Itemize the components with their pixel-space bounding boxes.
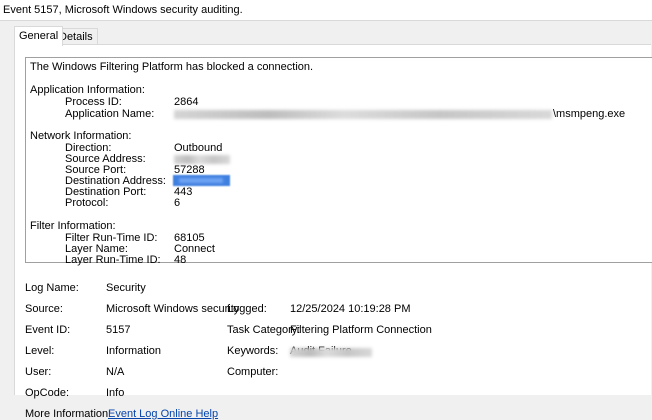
- log-name-label: Log Name:: [25, 282, 79, 294]
- opcode-label: OpCode:: [25, 387, 70, 399]
- logged-label: Logged:: [227, 303, 267, 315]
- filter-info-heading: Filter Information:: [30, 220, 116, 232]
- more-information-label: More Information:: [25, 408, 112, 420]
- process-id-label: Process ID:: [65, 96, 122, 108]
- event-log-online-help-link[interactable]: Event Log Online Help: [108, 408, 218, 420]
- application-name-suffix: \msmpeng.exe: [553, 108, 626, 120]
- window-title-bar: Event 5157, Microsoft Windows security a…: [0, 0, 652, 21]
- destination-address-selected-redacted[interactable]: [173, 175, 230, 186]
- logged-value: 12/25/2024 10:19:28 PM: [290, 303, 411, 315]
- protocol-value: 6: [174, 197, 181, 209]
- event-id-label: Event ID:: [25, 324, 71, 336]
- source-value: Microsoft Windows security: [106, 303, 240, 315]
- event-properties-window: { "window": { "title": "Event 5157, Micr…: [0, 0, 652, 420]
- user-label: User:: [25, 366, 52, 378]
- keywords-label: Keywords:: [227, 345, 279, 357]
- user-value: N/A: [106, 366, 125, 378]
- layer-runtime-id-value: 48: [174, 254, 187, 266]
- general-panel: The Windows Filtering Platform has block…: [14, 44, 652, 420]
- log-name-value: Security: [106, 282, 146, 294]
- protocol-label: Protocol:: [65, 197, 109, 209]
- opcode-value: Info: [106, 387, 125, 399]
- tab-general[interactable]: General: [14, 26, 64, 46]
- computer-name-redacted: [290, 348, 372, 357]
- application-path-redacted: [174, 110, 552, 119]
- application-info-heading: Application Information:: [30, 84, 145, 96]
- level-value: Information: [106, 345, 162, 357]
- event-description-box[interactable]: The Windows Filtering Platform has block…: [25, 57, 652, 266]
- level-label: Level:: [25, 345, 55, 357]
- task-category-value: Filtering Platform Connection: [290, 324, 432, 336]
- source-address-redacted: [174, 155, 230, 164]
- network-info-heading: Network Information:: [30, 130, 132, 142]
- source-label: Source:: [25, 303, 63, 315]
- application-name-label: Application Name:: [65, 108, 155, 120]
- direction-value: Outbound: [174, 142, 223, 154]
- event-id-value: 5157: [106, 324, 131, 336]
- layer-runtime-id-label: Layer Run-Time ID:: [65, 254, 161, 266]
- process-id-value: 2864: [174, 96, 199, 108]
- computer-label: Computer:: [227, 366, 279, 378]
- description-headline: The Windows Filtering Platform has block…: [30, 61, 314, 73]
- window-title: Event 5157, Microsoft Windows security a…: [3, 4, 243, 16]
